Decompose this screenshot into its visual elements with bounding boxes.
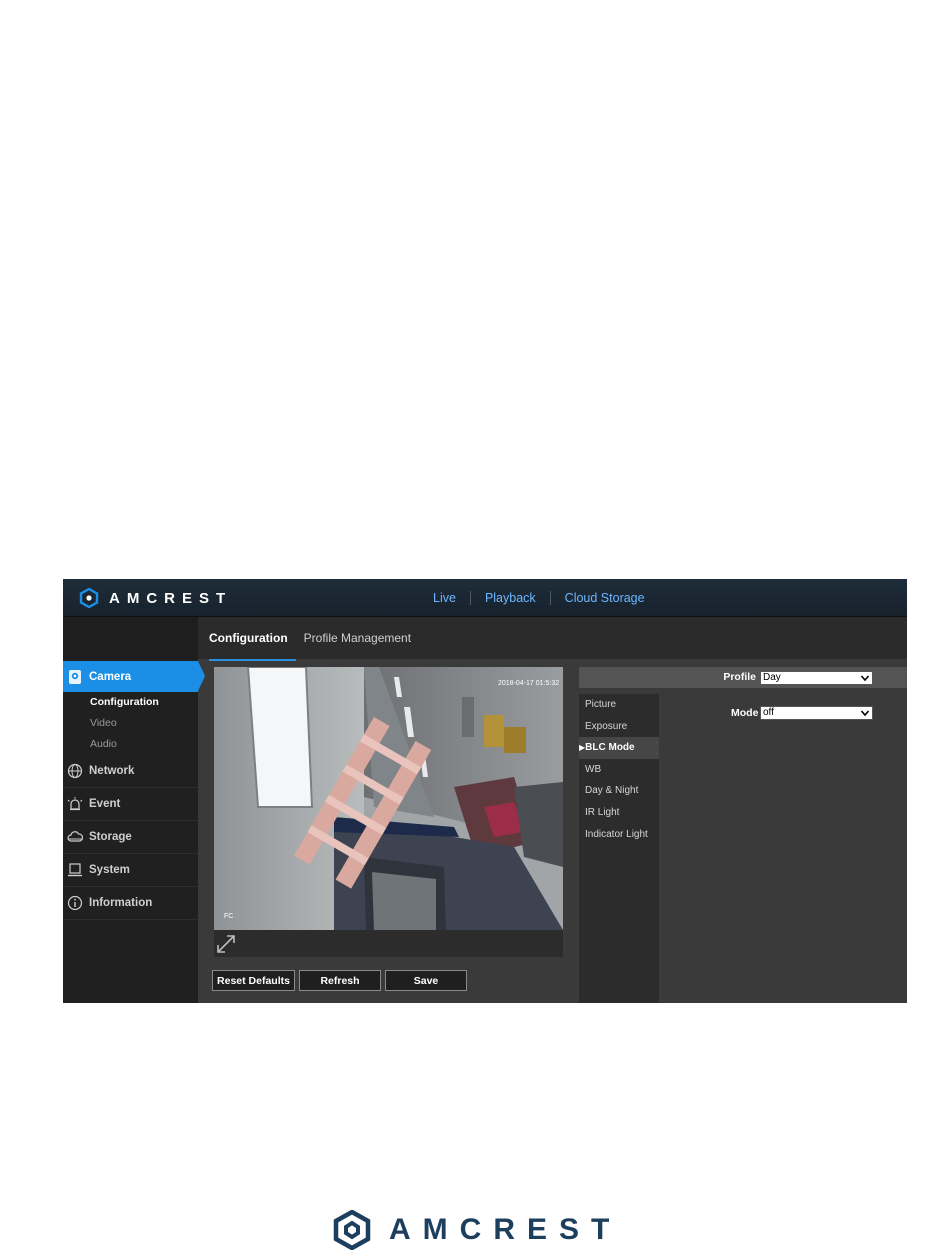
sidebar-subitem-audio[interactable]: Audio — [63, 734, 198, 755]
sidebar-item-label: Network — [89, 765, 135, 777]
menu-item-exposure[interactable]: Exposure — [579, 716, 659, 738]
menu-item-blc-mode[interactable]: ▶BLC Mode — [579, 737, 659, 759]
amcrest-logo: AMCREST — [79, 588, 232, 608]
web-app-window: AMCREST Live Playback Cloud Storage Conf… — [63, 579, 907, 1003]
menu-item-picture[interactable]: Picture — [579, 694, 659, 716]
profile-select-value: Day — [763, 672, 781, 683]
top-navigation: Live Playback Cloud Storage — [419, 579, 659, 616]
mode-select-value: off — [763, 707, 774, 718]
mode-label: Mode — [731, 707, 759, 719]
settings-menu: Picture Exposure ▶BLC Mode WB Day & Nigh… — [579, 694, 659, 1003]
menu-item-label: BLC Mode — [585, 742, 635, 754]
sidebar-item-label: Information — [89, 897, 153, 909]
tab-configuration[interactable]: Configuration — [209, 617, 296, 661]
sidebar: Camera Configuration Video Audio Network… — [63, 659, 205, 1003]
profile-bar: Profile Day — [579, 667, 907, 688]
laptop-icon — [68, 863, 82, 877]
video-channel-label: FC — [224, 913, 233, 920]
top-bar: AMCREST Live Playback Cloud Storage — [63, 579, 907, 617]
camera-icon — [69, 669, 81, 684]
profile-select[interactable]: Day — [760, 671, 873, 685]
video-toolbar — [214, 930, 563, 957]
chevron-down-icon — [860, 675, 870, 682]
video-preview[interactable]: 2018-04-17 01:5:32 FC — [214, 667, 563, 930]
sidebar-item-storage[interactable]: Storage — [63, 821, 198, 854]
action-buttons: Reset Defaults Refresh Save — [212, 970, 467, 991]
menu-item-day-night[interactable]: Day & Night — [579, 780, 659, 802]
sidebar-item-information[interactable]: Information — [63, 887, 198, 920]
tab-profile-management[interactable]: Profile Management — [304, 617, 419, 659]
sidebar-item-event[interactable]: Event — [63, 788, 198, 821]
footer-logo: AMCREST — [333, 1210, 621, 1250]
mode-select[interactable]: off — [760, 706, 873, 720]
sidebar-subitem-video[interactable]: Video — [63, 713, 198, 734]
cloud-icon — [67, 831, 83, 842]
video-timestamp: 2018-04-17 01:5:32 — [498, 680, 559, 687]
nav-live[interactable]: Live — [419, 590, 471, 605]
menu-item-ir-light[interactable]: IR Light — [579, 802, 659, 824]
sidebar-subitem-configuration[interactable]: Configuration — [63, 692, 198, 713]
sidebar-item-label: Storage — [89, 831, 132, 843]
nav-cloud-storage[interactable]: Cloud Storage — [551, 591, 659, 605]
sidebar-item-label: Camera — [89, 670, 132, 683]
info-icon — [67, 895, 83, 911]
sidebar-item-camera[interactable]: Camera — [63, 661, 205, 692]
footer-brand-name: AMCREST — [389, 1213, 622, 1246]
reset-defaults-button[interactable]: Reset Defaults — [212, 970, 295, 991]
amcrest-logo-icon — [333, 1210, 371, 1250]
save-button[interactable]: Save — [385, 970, 467, 991]
sidebar-item-system[interactable]: System — [63, 854, 198, 887]
sub-bar-spacer — [63, 617, 198, 659]
nav-playback[interactable]: Playback — [471, 590, 551, 605]
menu-item-wb[interactable]: WB — [579, 759, 659, 781]
sub-tab-bar: Configuration Profile Management — [63, 617, 907, 661]
globe-icon — [67, 763, 83, 779]
amcrest-logo-icon — [79, 588, 99, 608]
camera-feed-image: 2018-04-17 01:5:32 FC — [214, 667, 563, 930]
fullscreen-icon[interactable] — [216, 934, 236, 954]
brand-name: AMCREST — [109, 589, 233, 607]
alarm-icon — [67, 797, 83, 811]
sidebar-item-label: System — [89, 864, 130, 876]
profile-label: Profile — [723, 671, 756, 683]
refresh-button[interactable]: Refresh — [299, 970, 381, 991]
menu-item-indicator-light[interactable]: Indicator Light — [579, 824, 659, 846]
sidebar-item-label: Event — [89, 798, 121, 810]
sidebar-item-network[interactable]: Network — [63, 755, 198, 788]
chevron-down-icon — [860, 710, 870, 717]
